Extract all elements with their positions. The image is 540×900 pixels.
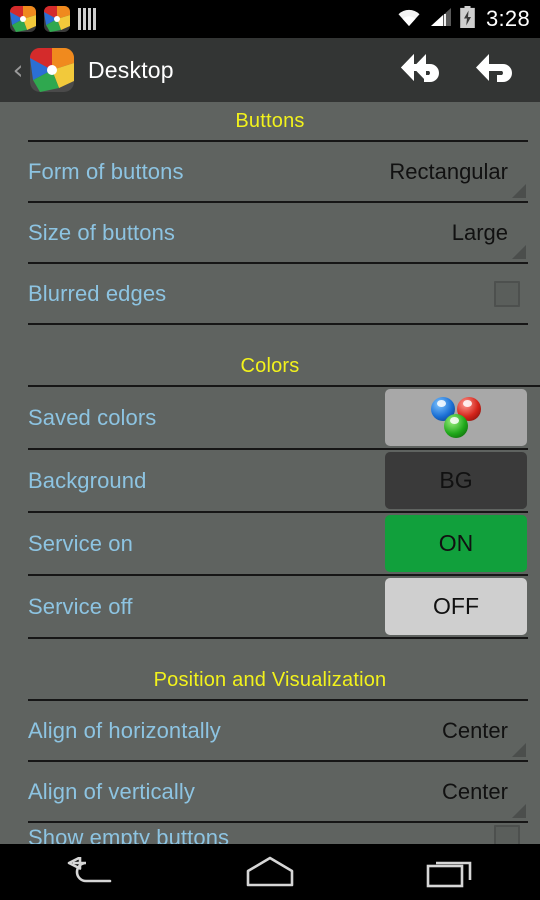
setting-label: Align of horizontally (28, 717, 221, 743)
background-color-button[interactable]: BG (385, 452, 527, 509)
status-bar-system-icons: 3:28 (396, 5, 530, 33)
settings-section-colors: Colors Saved colors Background BG Servic… (0, 347, 540, 639)
setting-label: Show empty buttons (28, 825, 230, 844)
nav-home-button[interactable] (220, 844, 320, 900)
section-header-buttons: Buttons (235, 110, 305, 132)
android-settings-screen: 3:28 ‹ Desktop Buttons Form of buttons R… (0, 0, 540, 900)
navigation-bar (0, 844, 540, 900)
page-title: Desktop (88, 56, 174, 83)
setting-row-background[interactable]: Background BG (0, 450, 540, 511)
action-bar: ‹ Desktop (0, 38, 540, 102)
section-header-colors: Colors (240, 355, 300, 377)
app-pinwheel-icon[interactable] (30, 48, 74, 92)
settings-section-buttons: Buttons Form of buttons Rectangular Size… (0, 102, 540, 325)
setting-row-service-off[interactable]: Service off OFF (0, 576, 540, 637)
chevron-down-icon (512, 244, 526, 259)
spinner-value: Large (451, 219, 508, 245)
setting-label: Saved colors (28, 404, 157, 430)
service-on-color-button[interactable]: ON (385, 515, 527, 572)
setting-row-form-of-buttons[interactable]: Form of buttons Rectangular (0, 142, 540, 201)
setting-row-align-of-vertically[interactable]: Align of vertically Center (0, 762, 540, 821)
undo-all-button[interactable] (400, 51, 446, 90)
spinner-size-of-buttons[interactable]: Large (451, 219, 528, 259)
app-pinwheel-icon (44, 6, 70, 32)
checkbox-show-empty-buttons[interactable] (494, 825, 520, 844)
setting-row-saved-colors[interactable]: Saved colors (0, 387, 540, 448)
spinner-value: Rectangular (389, 158, 508, 184)
chevron-down-icon (512, 183, 526, 198)
saved-colors-button[interactable] (385, 389, 527, 446)
setting-label: Size of buttons (28, 219, 176, 245)
nav-back-button[interactable] (40, 844, 140, 900)
spinner-align-of-vertically[interactable]: Center (441, 778, 528, 818)
setting-row-align-of-horizontally[interactable]: Align of horizontally Center (0, 701, 540, 760)
nav-recents-button[interactable] (400, 844, 500, 900)
wifi-icon (396, 7, 422, 32)
setting-label: Service off (28, 593, 133, 619)
setting-row-size-of-buttons[interactable]: Size of buttons Large (0, 203, 540, 262)
service-off-color-button[interactable]: OFF (385, 578, 527, 635)
setting-row-show-empty-buttons[interactable]: Show empty buttons (0, 823, 540, 844)
up-navigation-caret-icon[interactable]: ‹ (8, 57, 28, 84)
setting-label: Background (28, 467, 147, 493)
action-bar-actions (400, 51, 526, 90)
settings-list[interactable]: Buttons Form of buttons Rectangular Size… (0, 102, 540, 844)
setting-label: Service on (28, 530, 133, 556)
chevron-down-icon (512, 742, 526, 757)
setting-label: Align of vertically (28, 778, 195, 804)
spinner-value: Center (441, 717, 508, 743)
battery-charging-icon (460, 5, 475, 33)
cellular-signal-icon (429, 7, 453, 32)
section-header-position-and-visualization: Position and Visualization (153, 669, 387, 691)
setting-row-blurred-edges[interactable]: Blurred edges (0, 264, 540, 323)
spinner-form-of-buttons[interactable]: Rectangular (389, 158, 528, 198)
setting-label: Blurred edges (28, 280, 167, 306)
app-pinwheel-icon (10, 6, 36, 32)
setting-row-service-on[interactable]: Service on ON (0, 513, 540, 574)
settings-section-position-and-visualization: Position and Visualization Align of hori… (0, 661, 540, 844)
setting-label: Form of buttons (28, 158, 184, 184)
undo-button[interactable] (474, 51, 516, 90)
checkbox-blurred-edges[interactable] (494, 280, 520, 307)
status-bar: 3:28 (0, 0, 540, 38)
chevron-down-icon (512, 803, 526, 818)
three-spheres-icon (428, 396, 484, 439)
bars-icon (78, 8, 96, 30)
spinner-value: Center (441, 778, 508, 804)
status-bar-notifications (10, 6, 396, 32)
spinner-align-of-horizontally[interactable]: Center (441, 717, 528, 757)
status-bar-clock: 3:28 (485, 6, 530, 31)
